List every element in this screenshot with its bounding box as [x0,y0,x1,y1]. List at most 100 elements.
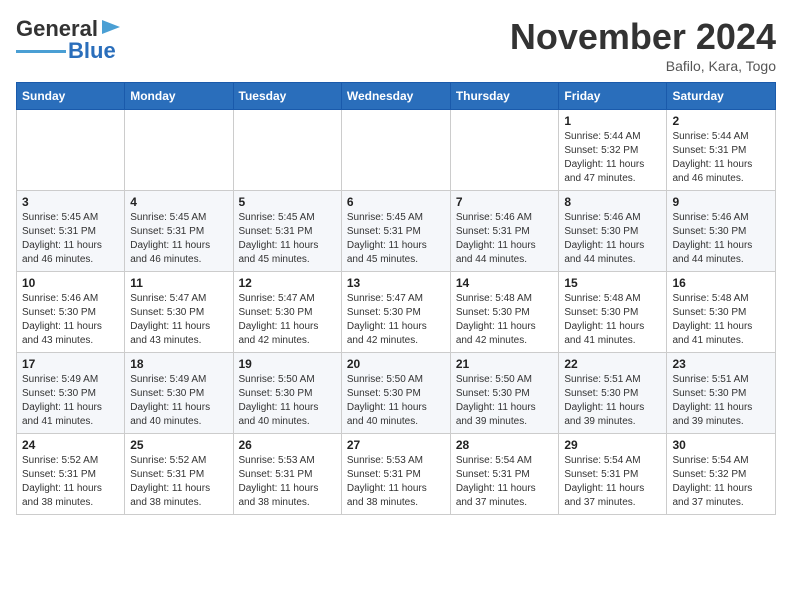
day-number: 2 [672,114,770,128]
day-number: 18 [130,357,227,371]
calendar-cell [341,110,450,191]
day-number: 13 [347,276,445,290]
calendar-cell: 21Sunrise: 5:50 AM Sunset: 5:30 PM Dayli… [450,353,559,434]
calendar-cell: 20 Sunrise: 5:50 AM Sunset: 5:30 PM Dayli… [341,353,450,434]
day-info: Sunrise: 5:46 AM Sunset: 5:30 PM Dayligh… [564,211,661,267]
day-number: 7 [456,195,554,209]
day-info: Sunrise: 5:47 AM Sunset: 5:30 PM Dayligh… [130,292,227,348]
day-number: 21 [456,357,554,371]
logo: General Blue [16,16,122,64]
day-number: 22 [564,357,661,371]
day-info: Sunrise: 5:54 AM Sunset: 5:32 PM Dayligh… [672,454,770,510]
day-info: Sunrise: 5:45 AM Sunset: 5:31 PM Dayligh… [239,211,336,267]
calendar-cell: 19 Sunrise: 5:50 AM Sunset: 5:30 PM Dayli… [233,353,341,434]
day-number: 15 [564,276,661,290]
day-number: 5 [239,195,336,209]
calendar-cell: 4 Sunrise: 5:45 AM Sunset: 5:31 PM Daylig… [125,191,233,272]
calendar-week-row: 1 Sunrise: 5:44 AM Sunset: 5:32 PM Daylig… [17,110,776,191]
day-info: Sunrise: 5:48 AM Sunset: 5:30 PM Dayligh… [564,292,661,348]
day-info: Sunrise: 5:54 AM Sunset: 5:31 PM Dayligh… [564,454,661,510]
column-header-wednesday: Wednesday [341,83,450,110]
column-header-saturday: Saturday [667,83,776,110]
logo-arrow-icon [100,18,122,36]
day-number: 24 [22,438,119,452]
day-info: Sunrise: 5:54 AM Sunset: 5:31 PM Dayligh… [456,454,554,510]
calendar-cell: 12 Sunrise: 5:47 AM Sunset: 5:30 PM Dayli… [233,272,341,353]
calendar-cell: 25 Sunrise: 5:52 AM Sunset: 5:31 PM Dayli… [125,434,233,515]
day-info: Sunrise: 5:52 AM Sunset: 5:31 PM Dayligh… [22,454,119,510]
day-info: Sunrise: 5:47 AM Sunset: 5:30 PM Dayligh… [239,292,336,348]
day-number: 16 [672,276,770,290]
calendar-cell: 5 Sunrise: 5:45 AM Sunset: 5:31 PM Daylig… [233,191,341,272]
calendar-table: SundayMondayTuesdayWednesdayThursdayFrid… [16,82,776,515]
calendar-cell [233,110,341,191]
calendar-week-row: 17 Sunrise: 5:49 AM Sunset: 5:30 PM Dayli… [17,353,776,434]
day-number: 23 [672,357,770,371]
day-info: Sunrise: 5:53 AM Sunset: 5:31 PM Dayligh… [239,454,336,510]
calendar-cell: 16 Sunrise: 5:48 AM Sunset: 5:30 PM Dayli… [667,272,776,353]
day-number: 12 [239,276,336,290]
day-number: 11 [130,276,227,290]
day-number: 17 [22,357,119,371]
day-number: 20 [347,357,445,371]
day-info: Sunrise: 5:44 AM Sunset: 5:31 PM Dayligh… [672,130,770,186]
day-number: 6 [347,195,445,209]
day-info: Sunrise: 5:50 AM Sunset: 5:30 PM Dayligh… [239,373,336,429]
day-number: 1 [564,114,661,128]
location-subtitle: Bafilo, Kara, Togo [510,58,776,74]
calendar-cell [450,110,559,191]
page-header: General Blue November 2024 Bafilo, Kara,… [16,16,776,74]
day-info: Sunrise: 5:48 AM Sunset: 5:30 PM Dayligh… [456,292,554,348]
month-title: November 2024 [510,16,776,58]
calendar-cell: 27Sunrise: 5:53 AM Sunset: 5:31 PM Dayli… [341,434,450,515]
day-number: 19 [239,357,336,371]
calendar-cell: 22 Sunrise: 5:51 AM Sunset: 5:30 PM Dayli… [559,353,667,434]
day-info: Sunrise: 5:45 AM Sunset: 5:31 PM Dayligh… [130,211,227,267]
day-info: Sunrise: 5:45 AM Sunset: 5:31 PM Dayligh… [22,211,119,267]
calendar-cell: 3Sunrise: 5:45 AM Sunset: 5:31 PM Daylig… [17,191,125,272]
calendar-cell: 10 Sunrise: 5:46 AM Sunset: 5:30 PM Dayli… [17,272,125,353]
day-number: 9 [672,195,770,209]
day-info: Sunrise: 5:44 AM Sunset: 5:32 PM Dayligh… [564,130,661,186]
calendar-cell: 2 Sunrise: 5:44 AM Sunset: 5:31 PM Daylig… [667,110,776,191]
calendar-cell: 15 Sunrise: 5:48 AM Sunset: 5:30 PM Dayli… [559,272,667,353]
day-info: Sunrise: 5:46 AM Sunset: 5:31 PM Dayligh… [456,211,554,267]
calendar-cell [17,110,125,191]
day-info: Sunrise: 5:47 AM Sunset: 5:30 PM Dayligh… [347,292,445,348]
calendar-cell: 11 Sunrise: 5:47 AM Sunset: 5:30 PM Dayli… [125,272,233,353]
calendar-cell: 1 Sunrise: 5:44 AM Sunset: 5:32 PM Daylig… [559,110,667,191]
calendar-cell [125,110,233,191]
day-info: Sunrise: 5:51 AM Sunset: 5:30 PM Dayligh… [564,373,661,429]
column-header-tuesday: Tuesday [233,83,341,110]
day-number: 4 [130,195,227,209]
calendar-cell: 8 Sunrise: 5:46 AM Sunset: 5:30 PM Daylig… [559,191,667,272]
calendar-cell: 13 Sunrise: 5:47 AM Sunset: 5:30 PM Dayli… [341,272,450,353]
calendar-cell: 28Sunrise: 5:54 AM Sunset: 5:31 PM Dayli… [450,434,559,515]
calendar-week-row: 10 Sunrise: 5:46 AM Sunset: 5:30 PM Dayli… [17,272,776,353]
day-info: Sunrise: 5:48 AM Sunset: 5:30 PM Dayligh… [672,292,770,348]
day-info: Sunrise: 5:45 AM Sunset: 5:31 PM Dayligh… [347,211,445,267]
day-number: 10 [22,276,119,290]
calendar-cell: 6 Sunrise: 5:45 AM Sunset: 5:31 PM Daylig… [341,191,450,272]
day-number: 25 [130,438,227,452]
day-info: Sunrise: 5:50 AM Sunset: 5:30 PM Dayligh… [347,373,445,429]
calendar-cell: 26Sunrise: 5:53 AM Sunset: 5:31 PM Dayli… [233,434,341,515]
calendar-cell: 29 Sunrise: 5:54 AM Sunset: 5:31 PM Dayli… [559,434,667,515]
title-area: November 2024 Bafilo, Kara, Togo [510,16,776,74]
day-info: Sunrise: 5:49 AM Sunset: 5:30 PM Dayligh… [130,373,227,429]
day-info: Sunrise: 5:46 AM Sunset: 5:30 PM Dayligh… [672,211,770,267]
column-header-friday: Friday [559,83,667,110]
column-header-thursday: Thursday [450,83,559,110]
logo-blue: Blue [68,38,116,64]
column-header-monday: Monday [125,83,233,110]
calendar-cell: 17Sunrise: 5:49 AM Sunset: 5:30 PM Dayli… [17,353,125,434]
day-info: Sunrise: 5:51 AM Sunset: 5:30 PM Dayligh… [672,373,770,429]
day-info: Sunrise: 5:52 AM Sunset: 5:31 PM Dayligh… [130,454,227,510]
calendar-header-row: SundayMondayTuesdayWednesdayThursdayFrid… [17,83,776,110]
day-number: 29 [564,438,661,452]
day-number: 27 [347,438,445,452]
day-info: Sunrise: 5:46 AM Sunset: 5:30 PM Dayligh… [22,292,119,348]
day-number: 8 [564,195,661,209]
calendar-cell: 9 Sunrise: 5:46 AM Sunset: 5:30 PM Daylig… [667,191,776,272]
calendar-cell: 18 Sunrise: 5:49 AM Sunset: 5:30 PM Dayli… [125,353,233,434]
